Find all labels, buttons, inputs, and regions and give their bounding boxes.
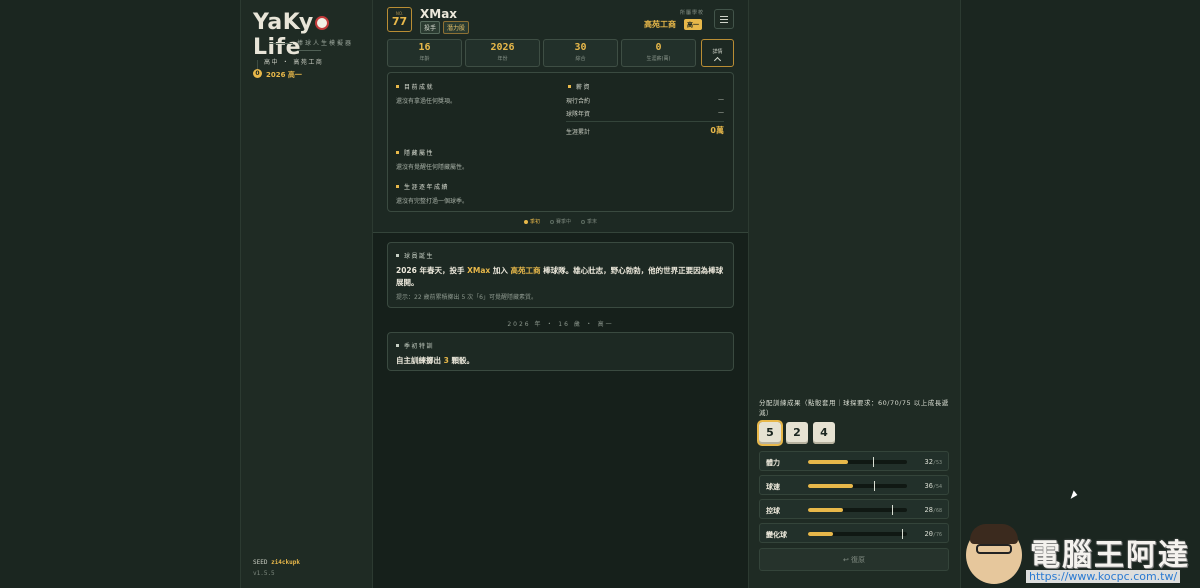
salary-divider	[566, 121, 724, 122]
team-grade-badge: 高一	[684, 19, 703, 30]
app-subtitle: 棒球人生模擬器	[253, 38, 365, 54]
left-sidebar	[240, 0, 373, 588]
current-contract-row: 現行合約 —	[566, 96, 724, 105]
hamburger-icon	[720, 16, 728, 17]
achievements-title: 目前成就	[396, 82, 434, 91]
seed-label: SEED zi4ckupk	[253, 559, 300, 566]
achievements-text: 還沒有拿過任何獎項。	[396, 98, 457, 105]
story-title: 球員誕生	[396, 251, 434, 260]
dice-row: 5 2 4	[757, 420, 835, 446]
phase-early: 季初	[523, 218, 540, 225]
die-1[interactable]: 5	[757, 420, 783, 446]
die-3[interactable]: 4	[813, 422, 835, 444]
team-name: 高苑工商	[644, 20, 676, 29]
team-label: 所屬學校	[679, 10, 704, 16]
position-tag: 投手	[420, 21, 441, 34]
school-line: 高中 ・ 高苑工商	[264, 59, 324, 66]
watermark-url: https://www.kocpc.com.tw/	[1026, 570, 1181, 583]
stat-career-salary: 0 生涯薪(萬)	[621, 39, 696, 67]
details-panel	[387, 72, 734, 212]
story-hint: 提示：22 歲前累積擲出 5 次「6」可覺醒隱藏素質。	[396, 294, 537, 301]
attribute-bar	[808, 484, 907, 488]
phase-mid: 賽季中	[549, 218, 571, 225]
stat-age: 16 年齡	[387, 39, 462, 67]
attribute-breaking-ball[interactable]: 變化球 20/76	[759, 523, 949, 543]
baseball-icon	[314, 16, 329, 30]
reset-button[interactable]: ↩ 復原	[759, 548, 949, 571]
mouse-cursor-icon	[1070, 490, 1079, 501]
training-text: 自主訓練擲出 3 顆骰。	[396, 356, 474, 365]
die-2[interactable]: 2	[786, 422, 808, 444]
details-toggle-button[interactable]: 詳情	[701, 39, 734, 67]
player-number-badge: NO. 77	[387, 7, 412, 32]
allocation-title: 分配訓練成果（點骰套用｜球探要求：60/70/75 以上成長遞減）	[759, 399, 949, 417]
season-phase-indicator: 季初 賽季中 季末	[373, 218, 748, 225]
date-separator: 2026 年 ・ 16 歲 ・ 高一	[507, 321, 614, 328]
story-card-birth: 球員誕生 2026 年春天，投手 XMax 加入 高苑工商 棒球隊。雄心壯志，野…	[387, 242, 734, 308]
training-title: 季初特訓	[396, 341, 434, 350]
site-watermark: 電腦王阿達 https://www.kocpc.com.tw/	[966, 520, 1200, 588]
attribute-control[interactable]: 控球 28/68	[759, 499, 949, 519]
career-total-value: 0萬	[710, 126, 724, 135]
timeline-dot[interactable]: 0	[253, 69, 262, 78]
team-seniority-row: 球隊年資 —	[566, 109, 724, 118]
attribute-bar	[808, 460, 907, 464]
yearly-stats-text: 還沒有完整打過一個球季。	[396, 198, 469, 205]
hidden-attributes-title: 隱藏屬性	[396, 148, 434, 157]
timeline-current-year[interactable]: 2026 高一	[266, 70, 302, 80]
stats-row: 16 年齡 2026 年份 30 綜合 0 生涯薪(萬)	[387, 39, 696, 67]
player-tags: 投手 潛力股	[420, 21, 470, 34]
phase-late: 季末	[581, 218, 597, 225]
player-number: 77	[391, 15, 408, 28]
potential-tag: 潛力股	[443, 21, 470, 34]
hidden-attributes-text: 還沒有覺醒任何隱藏屬性。	[396, 164, 469, 171]
salary-title: 薪資	[568, 82, 591, 91]
training-card: 季初特訓 自主訓練擲出 3 顆骰。	[387, 332, 734, 371]
player-name: XMax	[420, 7, 458, 21]
attribute-stamina[interactable]: 體力 32/53	[759, 451, 949, 471]
menu-button[interactable]	[714, 9, 734, 29]
stat-year: 2026 年份	[465, 39, 540, 67]
yearly-stats-title: 生涯逐年成績	[396, 182, 449, 191]
attribute-velocity[interactable]: 球速 36/54	[759, 475, 949, 495]
seed-value: zi4ckupk	[271, 559, 300, 566]
version-label: v1.5.5	[253, 570, 275, 577]
watermark-title: 電腦王阿達	[1030, 538, 1190, 573]
chevron-up-icon	[713, 56, 722, 65]
attribute-bar	[808, 532, 907, 536]
stat-overall: 30 綜合	[543, 39, 618, 67]
story-text: 2026 年春天，投手 XMax 加入 高苑工商 棒球隊。雄心壯志，野心勃勃，他…	[396, 266, 724, 287]
